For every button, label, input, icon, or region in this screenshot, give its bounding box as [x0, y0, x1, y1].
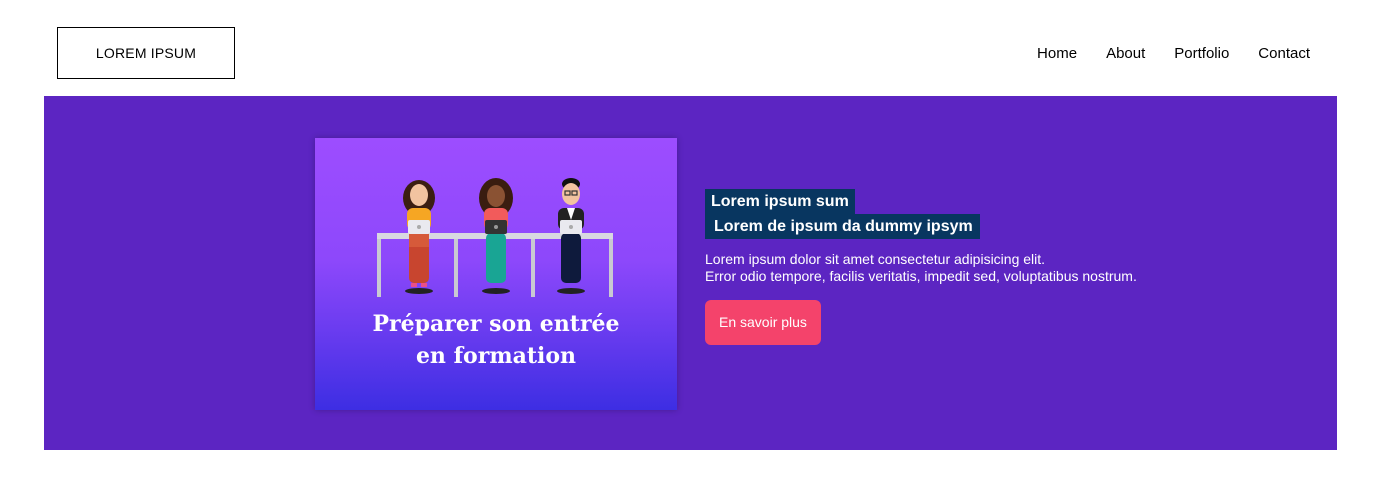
description-line-2: Error odio tempore, facilis veritatis, i…	[705, 268, 1137, 284]
image-caption: Préparer son entrée en formation	[372, 311, 620, 369]
description-line-1: Lorem ipsum dolor sit amet consectetur a…	[705, 251, 1046, 267]
hero-description: Lorem ipsum dolor sit amet consectetur a…	[705, 251, 1137, 285]
hero-heading-line1: Lorem ipsum sum	[705, 189, 855, 214]
nav-contact[interactable]: Contact	[1258, 45, 1310, 62]
nav-home[interactable]: Home	[1037, 45, 1077, 62]
hero-text: Lorem ipsum sum Lorem de ipsum da dummy …	[705, 189, 1137, 345]
nav-portfolio[interactable]: Portfolio	[1174, 45, 1229, 62]
nav-about[interactable]: About	[1106, 45, 1145, 62]
main-nav: Home About Portfolio Contact	[1037, 45, 1310, 62]
hero-heading-line2: Lorem de ipsum da dummy ipsym	[705, 214, 980, 239]
hero-image: Préparer son entrée en formation	[315, 138, 677, 410]
learn-more-button[interactable]: En savoir plus	[705, 300, 821, 345]
hero-section: Préparer son entrée en formation Lorem i…	[44, 96, 1337, 450]
logo[interactable]: LOREM IPSUM	[57, 27, 235, 79]
